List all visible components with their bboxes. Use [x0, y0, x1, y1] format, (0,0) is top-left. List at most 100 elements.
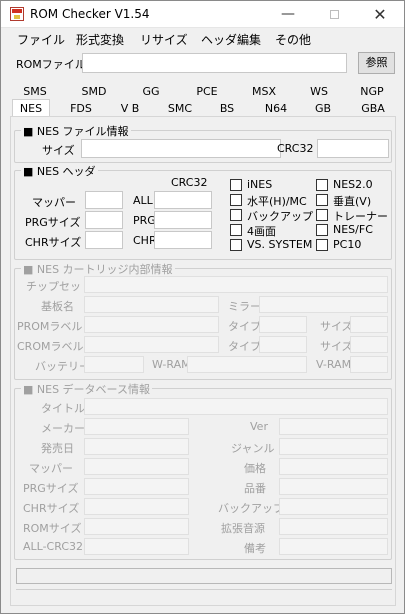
tab-ws[interactable]: WS — [299, 83, 339, 100]
db-title-label: タイトル — [41, 402, 85, 415]
app-window: ROM Checker V1.54 — ✕ ファイル 形式変換 リサイズ ヘッダ… — [0, 0, 405, 614]
db-mapper-label: マッパー — [29, 462, 73, 475]
nes2-label: NES2.0 — [333, 178, 373, 191]
nes2-checkbox[interactable] — [316, 179, 328, 191]
tab-ngp[interactable]: NGP — [352, 83, 392, 100]
tab-sms[interactable]: SMS — [15, 83, 55, 100]
chipset-label: チップセット — [26, 280, 92, 293]
tab-smc[interactable]: SMC — [160, 100, 200, 117]
four-screen-label: 4画面 — [247, 225, 276, 238]
prom-type-label: タイプ — [228, 320, 261, 333]
wram-field[interactable] — [187, 356, 307, 373]
db-backup-label: バックアップ — [218, 502, 284, 515]
db-price-field[interactable] — [279, 458, 388, 475]
horizontal-checkbox[interactable] — [230, 194, 242, 206]
minimize-button[interactable]: — — [265, 1, 311, 28]
vram-label: V-RAM — [316, 358, 352, 371]
pc10-checkbox[interactable] — [316, 239, 328, 251]
tab-fds[interactable]: FDS — [61, 100, 101, 117]
vs-system-checkbox[interactable] — [230, 239, 242, 251]
db-maker-field[interactable] — [84, 418, 189, 435]
menu-other[interactable]: その他 — [275, 31, 311, 48]
db-sound-label: 拡張音源 — [221, 522, 265, 535]
db-product-field[interactable] — [279, 478, 388, 495]
mapper-field[interactable] — [85, 191, 123, 209]
maximize-button[interactable] — [311, 1, 357, 28]
ines-checkbox[interactable] — [230, 179, 242, 191]
prom-size-label: サイズ — [320, 320, 353, 333]
prom-size-field[interactable] — [350, 316, 388, 333]
menu-convert[interactable]: 形式変換 — [76, 31, 124, 48]
tab-gg[interactable]: GG — [131, 83, 171, 100]
tab-panel: ■ NES ファイル情報 サイズ CRC32 ■ NES ヘッダ CRC32 マ… — [10, 116, 396, 606]
db-backup-field[interactable] — [279, 498, 388, 515]
prg-size-field[interactable] — [85, 211, 123, 229]
prom-field[interactable] — [84, 316, 219, 333]
prg-crc-field[interactable] — [154, 211, 212, 229]
tab-pce[interactable]: PCE — [187, 83, 227, 100]
db-ver-field[interactable] — [279, 418, 388, 435]
db-allcrc-field[interactable] — [84, 538, 189, 555]
db-chr-field[interactable] — [84, 498, 189, 515]
vs-system-label: VS. SYSTEM — [247, 238, 313, 251]
db-rom-field[interactable] — [84, 518, 189, 535]
crc32-field[interactable] — [317, 139, 389, 158]
db-note-field[interactable] — [279, 538, 388, 555]
db-release-field[interactable] — [84, 438, 189, 455]
db-title-field[interactable] — [84, 398, 388, 415]
menu-header-edit[interactable]: ヘッダ編集 — [201, 31, 261, 48]
file-info-group: ■ NES ファイル情報 サイズ CRC32 — [14, 123, 392, 163]
nes-fc-checkbox[interactable] — [316, 224, 328, 236]
browse-button[interactable]: 参照 — [358, 52, 395, 74]
tab-bs[interactable]: BS — [207, 100, 247, 117]
chr-size-label: CHRサイズ — [25, 236, 82, 249]
rom-file-input[interactable] — [82, 53, 347, 73]
crom-field[interactable] — [84, 336, 219, 353]
chipset-field[interactable] — [84, 276, 388, 293]
prom-type-field[interactable] — [259, 316, 307, 333]
db-sound-field[interactable] — [279, 518, 388, 535]
all-crc-field[interactable] — [154, 191, 212, 209]
tab-vb[interactable]: V B — [110, 100, 150, 117]
db-mapper-field[interactable] — [84, 458, 189, 475]
tab-smd[interactable]: SMD — [72, 83, 116, 100]
horizontal-label: 水平(H)/MC — [247, 195, 307, 208]
tab-gba[interactable]: GBA — [353, 100, 393, 117]
size-label: サイズ — [42, 144, 75, 157]
board-label: 基板名 — [41, 300, 74, 313]
board-field[interactable] — [84, 296, 219, 313]
four-screen-checkbox[interactable] — [230, 224, 242, 236]
tab-gb[interactable]: GB — [303, 100, 343, 117]
trainer-label: トレーナー — [333, 210, 388, 223]
db-genre-field[interactable] — [279, 438, 388, 455]
ines-label: iNES — [247, 178, 273, 191]
mirror-field[interactable] — [259, 296, 388, 313]
cart-info-group: ■ NES カートリッジ内部情報 チップセット 基板名 ミラー PROMラベル … — [14, 261, 392, 380]
pc10-label: PC10 — [333, 238, 362, 251]
wram-label: W-RAM — [152, 358, 191, 371]
db-prg-field[interactable] — [84, 478, 189, 495]
chr-crc-field[interactable] — [154, 231, 212, 249]
tab-msx[interactable]: MSX — [244, 83, 284, 100]
trainer-checkbox[interactable] — [316, 209, 328, 221]
battery-field[interactable] — [84, 356, 144, 373]
db-release-label: 発売日 — [41, 442, 74, 455]
backup-checkbox[interactable] — [230, 209, 242, 221]
crom-size-field[interactable] — [350, 336, 388, 353]
crom-type-label: タイプ — [228, 340, 261, 353]
prg-size-label: PRGサイズ — [25, 216, 81, 229]
db-rom-label: ROMサイズ — [23, 522, 82, 535]
close-button[interactable]: ✕ — [357, 1, 403, 28]
tab-n64[interactable]: N64 — [256, 100, 296, 117]
menu-resize[interactable]: リサイズ — [140, 31, 188, 48]
vram-field[interactable] — [350, 356, 388, 373]
crom-type-field[interactable] — [259, 336, 307, 353]
header-title: ■ NES ヘッダ — [21, 163, 98, 179]
mapper-label: マッパー — [32, 196, 76, 209]
app-icon — [10, 7, 24, 21]
size-field[interactable] — [81, 139, 281, 158]
vertical-checkbox[interactable] — [316, 194, 328, 206]
menu-file[interactable]: ファイル — [17, 31, 65, 48]
db-price-label: 価格 — [244, 462, 266, 475]
chr-size-field[interactable] — [85, 231, 123, 249]
